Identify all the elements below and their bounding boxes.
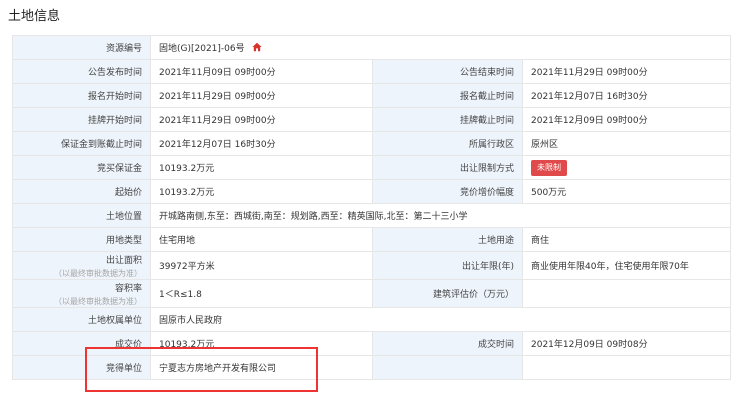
table-row: 公告发布时间 2021年11月09日 09时00分 公告结束时间 2021年11… — [12, 59, 732, 84]
table-row: 土地权属单位 固原市人民政府 — [12, 307, 732, 332]
area-value: 39972平方米 — [150, 251, 373, 280]
resource-number-cell: 固地(G)[2021]-06号 — [149, 35, 732, 60]
table-row: 用地类型 住宅用地 土地用途 商住 — [12, 227, 732, 252]
start-price-value: 10193.2万元 — [150, 179, 373, 204]
listing-start-label: 挂牌开始时间 — [12, 107, 151, 132]
increment-value: 500万元 — [521, 179, 732, 204]
deal-price-label: 成交价 — [12, 331, 151, 356]
plot-ratio-value: 1＜R≤1.8 — [150, 279, 373, 308]
table-row: 竞买保证金 10193.2万元 出让限制方式 未限制 — [12, 155, 732, 180]
plot-ratio-label: 容积率 — [114, 283, 142, 294]
listing-end-value: 2021年12月09日 09时00分 — [521, 107, 732, 132]
announce-start-value: 2021年11月09日 09时00分 — [150, 59, 373, 84]
table-row: 成交价 10193.2万元 成交时间 2021年12月09日 09时08分 — [12, 331, 732, 356]
table-row: 竞得单位 宁夏志方房地产开发有限公司 — [12, 355, 732, 380]
empty-cell — [372, 355, 523, 380]
plot-ratio-label-cell: 容积率 （以最终审批数据为准） — [12, 279, 151, 308]
deal-price-value: 10193.2万元 — [150, 331, 373, 356]
term-label: 出让年限(年) — [372, 251, 523, 280]
winner-label: 竞得单位 — [12, 355, 151, 380]
deal-time-label: 成交时间 — [372, 331, 523, 356]
table-row: 容积率 （以最终审批数据为准） 1＜R≤1.8 建筑评估价（万元） — [12, 279, 732, 308]
table-row: 挂牌开始时间 2021年11月29日 09时00分 挂牌截止时间 2021年12… — [12, 107, 732, 132]
deposit-deadline-value: 2021年12月07日 16时30分 — [150, 131, 373, 156]
start-price-label: 起始价 — [12, 179, 151, 204]
table-row: 起始价 10193.2万元 竞价增价幅度 500万元 — [12, 179, 732, 204]
listing-end-label: 挂牌截止时间 — [372, 107, 523, 132]
land-type-value: 住宅用地 — [150, 227, 373, 252]
signup-end-value: 2021年12月07日 16时30分 — [521, 83, 732, 108]
table-row: 土地位置 开城路南侧,东至：西城街,南至：规划路,西至：精英国际,北至：第二十三… — [12, 203, 732, 228]
plot-ratio-note: （以最终审批数据为准） — [54, 296, 142, 306]
district-label: 所属行政区 — [372, 131, 523, 156]
land-location-label: 土地位置 — [12, 203, 151, 228]
table-row: 保证金到账截止时间 2021年12月07日 16时30分 所属行政区 原州区 — [12, 131, 732, 156]
restriction-cell: 未限制 — [521, 155, 732, 180]
table-row: 报名开始时间 2021年11月29日 09时00分 报名截止时间 2021年12… — [12, 83, 732, 108]
land-info-table: 资源编号 固地(G)[2021]-06号 公告发布时间 2021年11月09日 … — [12, 35, 732, 380]
bid-deposit-label: 竞买保证金 — [12, 155, 151, 180]
appraisal-value — [521, 279, 732, 308]
appraisal-label: 建筑评估价（万元） — [372, 279, 523, 308]
announce-start-label: 公告发布时间 — [12, 59, 151, 84]
term-value: 商业使用年限40年，住宅使用年限70年 — [521, 251, 732, 280]
table-row: 出让面积 （以最终审批数据为准） 39972平方米 出让年限(年) 商业使用年限… — [12, 251, 732, 280]
resource-number-label: 资源编号 — [12, 35, 151, 60]
resource-number-value: 固地(G)[2021]-06号 — [159, 44, 245, 54]
area-label: 出让面积 — [105, 255, 142, 266]
land-use-value: 商住 — [521, 227, 732, 252]
deposit-deadline-label: 保证金到账截止时间 — [12, 131, 151, 156]
owner-label: 土地权属单位 — [12, 307, 151, 332]
land-type-label: 用地类型 — [12, 227, 151, 252]
signup-end-label: 报名截止时间 — [372, 83, 523, 108]
listing-start-value: 2021年11月29日 09时00分 — [150, 107, 373, 132]
winner-value: 宁夏志方房地产开发有限公司 — [150, 355, 373, 380]
announce-end-label: 公告结束时间 — [372, 59, 523, 84]
owner-value: 固原市人民政府 — [149, 307, 732, 332]
section-title: 土地信息 — [8, 9, 61, 24]
home-icon[interactable] — [251, 42, 262, 52]
land-use-label: 土地用途 — [372, 227, 523, 252]
district-value: 原州区 — [521, 131, 732, 156]
signup-start-value: 2021年11月29日 09时00分 — [150, 83, 373, 108]
signup-start-label: 报名开始时间 — [12, 83, 151, 108]
table-row: 资源编号 固地(G)[2021]-06号 — [12, 35, 732, 60]
restriction-label: 出让限制方式 — [372, 155, 523, 180]
status-badge: 未限制 — [531, 159, 567, 176]
empty-cell — [521, 355, 732, 380]
bid-deposit-value: 10193.2万元 — [150, 155, 373, 180]
area-note: （以最终审批数据为准） — [54, 268, 142, 278]
increment-label: 竞价增价幅度 — [372, 179, 523, 204]
deal-time-value: 2021年12月09日 09时08分 — [521, 331, 732, 356]
announce-end-value: 2021年11月29日 09时00分 — [521, 59, 732, 84]
land-location-value: 开城路南侧,东至：西城街,南至：规划路,西至：精英国际,北至：第二十三小学 — [149, 203, 732, 228]
area-label-cell: 出让面积 （以最终审批数据为准） — [12, 251, 151, 280]
